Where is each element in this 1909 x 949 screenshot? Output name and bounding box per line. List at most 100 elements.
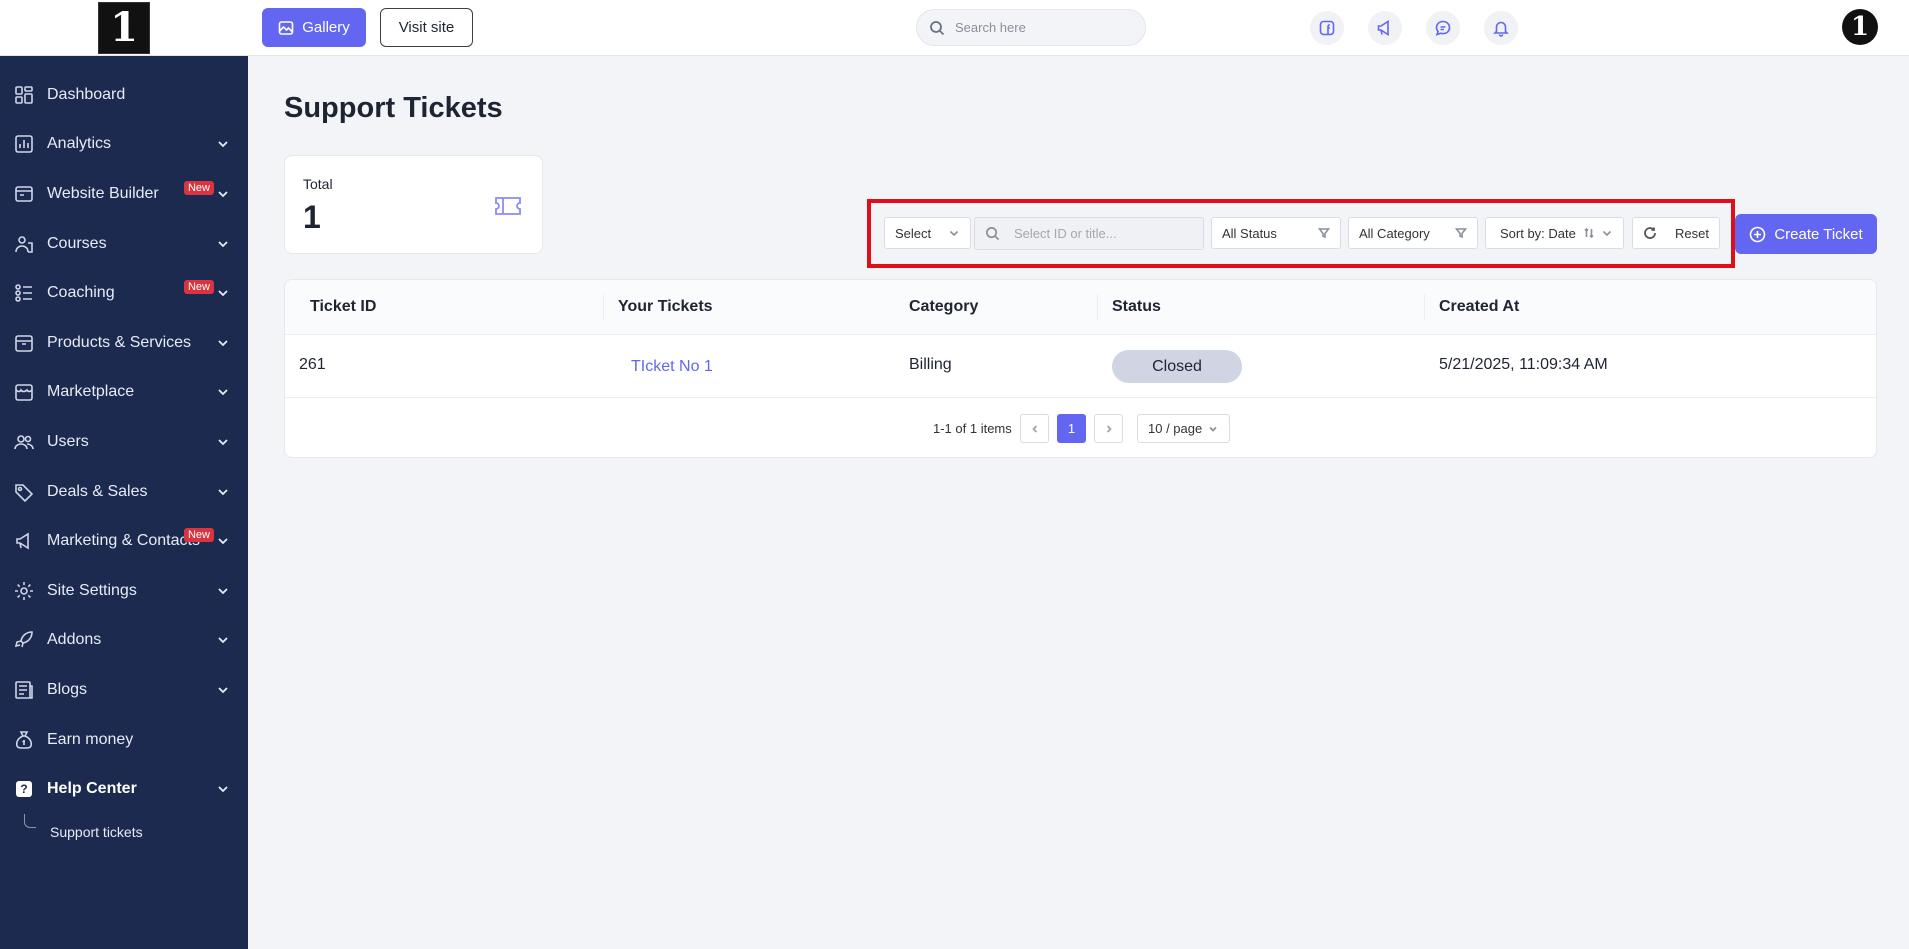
sidebar-item-blogs[interactable]: Blogs — [0, 665, 248, 715]
builder-icon — [14, 184, 34, 204]
new-badge: New — [183, 280, 214, 295]
column-header-category[interactable]: Category — [909, 298, 978, 316]
sidebar-item-earn-money[interactable]: Earn money — [0, 715, 248, 765]
sort-dropdown[interactable]: Sort by: Date — [1485, 217, 1624, 249]
page-size-select[interactable]: 10 / page — [1137, 414, 1230, 443]
sidebar-item-site-settings[interactable]: Site Settings — [0, 566, 248, 616]
sidebar-item-label: Help Center — [47, 780, 137, 798]
users-icon — [14, 432, 34, 452]
sidebar-item-help-center[interactable]: ? Help Center — [0, 764, 248, 814]
ticket-search[interactable] — [974, 217, 1204, 250]
megaphone-icon[interactable] — [1368, 11, 1402, 45]
chevron-down-icon — [216, 485, 230, 499]
chat-icon[interactable] — [1426, 11, 1460, 45]
column-header-created-at[interactable]: Created At — [1439, 298, 1519, 316]
chevron-right-icon — [1106, 424, 1112, 433]
column-header-status[interactable]: Status — [1112, 298, 1161, 316]
help-icon-glyph: ? — [16, 781, 32, 798]
next-page-button[interactable] — [1094, 414, 1123, 443]
created-at-cell: 5/21/2025, 11:09:34 AM — [1439, 356, 1608, 373]
sidebar-nav: Dashboard Analytics Website Builder New … — [0, 56, 248, 850]
chevron-down-icon — [216, 534, 230, 548]
ticket-category-cell: Billing — [909, 356, 952, 373]
page-button-current[interactable]: 1 — [1057, 414, 1086, 443]
chevron-down-icon — [216, 633, 230, 647]
sidebar-item-deals-sales[interactable]: Deals & Sales — [0, 467, 248, 517]
sidebar-item-coaching[interactable]: Coaching New — [0, 268, 248, 318]
chevron-down-icon — [216, 385, 230, 399]
reset-button[interactable]: Reset — [1632, 217, 1720, 249]
pagination: 1-1 of 1 items 1 10 / page — [285, 414, 1876, 444]
sidebar-item-courses[interactable]: Courses — [0, 219, 248, 269]
select-dropdown[interactable]: Select — [884, 217, 971, 249]
chevron-down-icon — [216, 237, 230, 251]
sidebar-item-label: Site Settings — [47, 581, 137, 599]
chevron-down-icon — [216, 187, 230, 201]
chevron-down-icon — [216, 286, 230, 300]
chevron-down-icon — [216, 336, 230, 350]
column-header-your-tickets[interactable]: Your Tickets — [618, 298, 713, 316]
sidebar-item-dashboard[interactable]: Dashboard — [0, 70, 248, 120]
status-filter-label: All Status — [1222, 225, 1277, 241]
page-title: Support Tickets — [284, 92, 503, 124]
tree-connector — [24, 813, 36, 828]
tickets-table: Ticket ID Your Tickets Category Status C… — [284, 279, 1877, 458]
table-header: Ticket ID Your Tickets Category Status C… — [285, 280, 1876, 335]
sidebar-item-marketing-contacts[interactable]: Marketing & Contacts New — [0, 516, 248, 566]
search-icon — [986, 227, 1000, 241]
megaphone-icon — [14, 531, 34, 551]
sidebar-item-users[interactable]: Users — [0, 417, 248, 467]
global-search-input[interactable] — [955, 20, 1125, 35]
table-row[interactable]: 261 TIcket No 1 Billing Closed 5/21/2025… — [285, 335, 1876, 398]
gallery-button-label: Gallery — [302, 19, 350, 36]
chevron-down-icon — [216, 683, 230, 697]
avatar[interactable]: 1 — [1842, 9, 1878, 45]
create-ticket-label: Create Ticket — [1774, 225, 1863, 243]
status-filter[interactable]: All Status — [1211, 217, 1341, 249]
refresh-icon — [1644, 227, 1656, 239]
sidebar-item-label: Courses — [47, 234, 107, 252]
blog-icon — [14, 680, 34, 700]
chevron-down-icon — [1602, 230, 1612, 237]
sidebar-item-website-builder[interactable]: Website Builder New — [0, 169, 248, 219]
courses-icon — [14, 234, 34, 254]
column-divider — [1097, 294, 1098, 320]
column-divider — [603, 294, 604, 320]
sidebar-subitem-support-tickets[interactable]: Support tickets — [0, 813, 248, 850]
chevron-down-icon — [216, 435, 230, 449]
gallery-button[interactable]: Gallery — [262, 8, 366, 47]
bell-icon[interactable] — [1484, 11, 1518, 45]
logo[interactable]: 1 — [98, 1, 150, 54]
facebook-icon[interactable] — [1310, 11, 1344, 45]
chevron-down-icon — [216, 584, 230, 598]
new-badge: New — [183, 181, 214, 196]
ticket-search-input[interactable] — [1014, 226, 1194, 241]
money-bag-icon — [14, 730, 34, 750]
visit-site-button[interactable]: Visit site — [380, 8, 473, 47]
global-search[interactable] — [916, 9, 1146, 46]
total-value: 1 — [303, 199, 321, 235]
search-icon — [930, 20, 945, 35]
ticket-icon — [492, 190, 524, 222]
total-card: Total 1 — [284, 155, 543, 254]
sidebar-item-label: Addons — [47, 631, 102, 649]
page-size-label: 10 / page — [1148, 421, 1203, 436]
sidebar-item-label: Earn money — [47, 730, 134, 748]
chevron-down-icon — [949, 230, 959, 237]
ticket-title-link[interactable]: TIcket No 1 — [631, 358, 713, 376]
category-filter[interactable]: All Category — [1348, 217, 1478, 249]
sidebar-item-label: Blogs — [47, 680, 88, 698]
category-filter-label: All Category — [1359, 225, 1430, 241]
column-header-ticket-id[interactable]: Ticket ID — [310, 298, 376, 316]
sidebar-subitem-label: Support tickets — [50, 823, 143, 840]
sidebar-item-marketplace[interactable]: Marketplace — [0, 368, 248, 418]
sidebar-item-products-services[interactable]: Products & Services — [0, 318, 248, 368]
new-badge: New — [183, 528, 214, 543]
sidebar-item-addons[interactable]: Addons — [0, 616, 248, 666]
create-ticket-button[interactable]: Create Ticket — [1735, 214, 1877, 254]
chart-icon — [14, 134, 34, 154]
prev-page-button[interactable] — [1020, 414, 1049, 443]
filter-icon — [1455, 228, 1467, 239]
sidebar-item-analytics[interactable]: Analytics — [0, 120, 248, 170]
sidebar-item-label: Deals & Sales — [47, 482, 148, 500]
